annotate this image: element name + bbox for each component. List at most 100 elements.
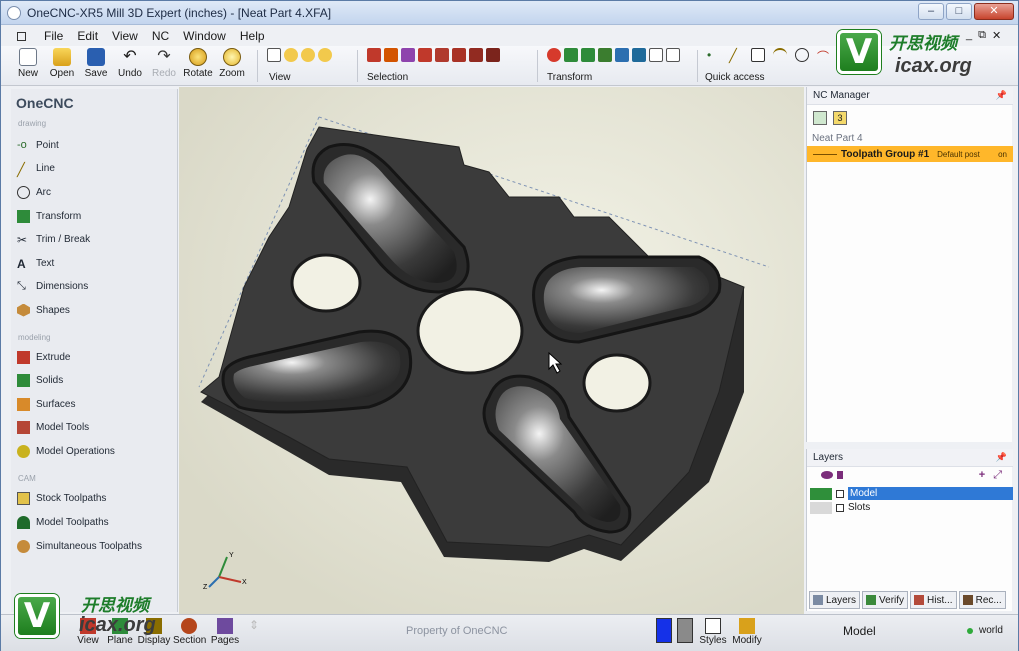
rotate-button[interactable]: Rotate bbox=[181, 48, 215, 79]
tool-line[interactable]: ╱ Line bbox=[17, 159, 55, 177]
modify-button[interactable]: Modify bbox=[731, 618, 763, 646]
transform-tools bbox=[547, 48, 680, 62]
scale-icon[interactable] bbox=[615, 48, 629, 62]
zoom-in-icon[interactable] bbox=[284, 48, 298, 62]
select-layer-icon[interactable] bbox=[486, 48, 500, 62]
tool-point[interactable]: -o Point bbox=[17, 136, 59, 154]
select-group-icon[interactable] bbox=[367, 48, 381, 62]
mdi-minimize-button[interactable]: _ bbox=[966, 29, 972, 42]
pin-icon[interactable]: 📌 bbox=[996, 90, 1007, 101]
nav-arrows[interactable]: ⇕ bbox=[246, 618, 262, 635]
new-button[interactable]: New bbox=[11, 48, 45, 79]
array-icon[interactable] bbox=[666, 48, 680, 62]
tag-icon[interactable] bbox=[837, 471, 843, 479]
section-status-button[interactable]: Section bbox=[173, 618, 206, 646]
layers-panel: Layers 📌 + ⤢ Model Slots bbox=[806, 449, 1013, 611]
nc-manager-title: NC Manager bbox=[813, 90, 870, 101]
mdi-close-button[interactable]: ✕ bbox=[992, 29, 1001, 42]
point-tool-icon[interactable]: • bbox=[707, 48, 721, 62]
tab-record[interactable]: Rec... bbox=[958, 591, 1006, 609]
mirror-icon[interactable] bbox=[598, 48, 612, 62]
tab-layers[interactable]: Layers bbox=[809, 591, 861, 609]
zoom-out-icon[interactable] bbox=[301, 48, 315, 62]
3d-viewport[interactable]: Y X Z bbox=[179, 87, 804, 614]
tool-arc[interactable]: Arc bbox=[17, 183, 51, 201]
select-all-icon[interactable] bbox=[435, 48, 449, 62]
layer-checkbox[interactable] bbox=[836, 489, 844, 498]
menu-edit[interactable]: Edit bbox=[77, 29, 98, 43]
tab-history[interactable]: Hist... bbox=[910, 591, 957, 609]
rotate-copy-icon[interactable] bbox=[632, 48, 646, 62]
layer-row-model[interactable]: Model bbox=[807, 487, 1013, 500]
add-layer-icon[interactable]: + bbox=[979, 469, 985, 482]
minimize-button[interactable]: – bbox=[918, 3, 944, 20]
toolpath-group-row[interactable]: Toolpath Group #1 Default post on bbox=[807, 146, 1013, 162]
tool-extrude[interactable]: Extrude bbox=[17, 348, 70, 366]
tool-trim-break[interactable]: ✂ Trim / Break bbox=[17, 230, 90, 248]
menu-view[interactable]: View bbox=[112, 29, 138, 43]
arc-tool-icon[interactable] bbox=[773, 48, 787, 62]
tab-verify[interactable]: Verify bbox=[862, 591, 909, 609]
mdi-restore-button[interactable]: ⧉ bbox=[978, 29, 986, 42]
tool-model-tools[interactable]: Model Tools bbox=[17, 418, 89, 436]
select-type-icon[interactable] bbox=[452, 48, 466, 62]
tool-text[interactable]: A Text bbox=[17, 254, 54, 272]
tool-model-operations[interactable]: Model Operations bbox=[17, 442, 115, 460]
pin-icon[interactable]: 📌 bbox=[996, 452, 1007, 463]
save-button[interactable]: Save bbox=[79, 48, 113, 79]
delete-icon[interactable] bbox=[547, 48, 561, 62]
menu-help[interactable]: Help bbox=[240, 29, 265, 43]
copy-icon[interactable] bbox=[581, 48, 595, 62]
small-hole bbox=[290, 253, 362, 313]
select-chain-icon[interactable] bbox=[384, 48, 398, 62]
rectangle-tool-icon[interactable] bbox=[751, 48, 765, 62]
select-window-icon[interactable] bbox=[401, 48, 415, 62]
coord-system-indicator[interactable]: world bbox=[967, 625, 1003, 636]
layers-actions: + ⤢ bbox=[979, 469, 1002, 482]
background-color-swatch[interactable] bbox=[677, 618, 693, 643]
expand-icon[interactable]: ⤢ bbox=[993, 469, 1002, 482]
circle-tool-icon[interactable] bbox=[795, 48, 809, 62]
menu-window[interactable]: Window bbox=[183, 29, 226, 43]
zoom-button[interactable]: Zoom bbox=[215, 48, 249, 79]
panel-brand: OneCNC bbox=[16, 95, 74, 111]
foreground-color-swatch[interactable] bbox=[656, 618, 672, 643]
menu-file[interactable]: File bbox=[44, 29, 63, 43]
tool-surfaces[interactable]: Surfaces bbox=[17, 395, 75, 413]
select-color-icon[interactable] bbox=[469, 48, 483, 62]
tool-simultaneous-toolpaths[interactable]: Simultaneous Toolpaths bbox=[17, 537, 142, 555]
line-icon: ╱ bbox=[17, 161, 25, 177]
tool-solids[interactable]: Solids bbox=[17, 371, 63, 389]
zoom-window-icon[interactable] bbox=[267, 48, 281, 62]
document-icon[interactable] bbox=[17, 31, 26, 41]
tool-dimensions[interactable]: ⤡ Dimensions bbox=[17, 277, 88, 295]
tool-transform[interactable]: Transform bbox=[17, 207, 81, 225]
pages-status-button[interactable]: Pages bbox=[209, 618, 241, 646]
undo-button[interactable]: ↶ Undo bbox=[113, 48, 147, 79]
menu-nc[interactable]: NC bbox=[152, 29, 169, 43]
app-icon[interactable] bbox=[7, 6, 21, 20]
layer-row-slots[interactable]: Slots bbox=[807, 501, 1013, 514]
tool-model-toolpaths[interactable]: Model Toolpaths bbox=[17, 513, 109, 531]
layer-checkbox[interactable] bbox=[836, 503, 844, 512]
line-tool-icon[interactable]: ╱ bbox=[729, 48, 743, 63]
eye-icon[interactable] bbox=[821, 471, 833, 479]
nc-count-badge[interactable]: 3 bbox=[833, 111, 847, 125]
styles-button[interactable]: Styles bbox=[699, 618, 727, 646]
undo-icon: ↶ bbox=[123, 48, 137, 65]
close-button[interactable]: ✕ bbox=[974, 3, 1014, 20]
zoom-fit-icon[interactable] bbox=[318, 48, 332, 62]
offset-icon[interactable] bbox=[649, 48, 663, 62]
tool-stock-toolpaths[interactable]: Stock Toolpaths bbox=[17, 489, 106, 507]
redo-button[interactable]: ↷ Redo bbox=[147, 48, 181, 79]
move-icon[interactable] bbox=[564, 48, 578, 62]
select-solid-icon[interactable] bbox=[418, 48, 432, 62]
tool-shapes[interactable]: Shapes bbox=[17, 301, 70, 319]
nc-new-icon[interactable] bbox=[813, 111, 827, 125]
fillet-tool-icon[interactable]: ⌒ bbox=[817, 48, 831, 64]
model-operations-icon bbox=[17, 444, 30, 458]
layer-visibility-icon[interactable] bbox=[810, 501, 832, 514]
maximize-button[interactable]: □ bbox=[946, 3, 972, 20]
layer-visibility-icon[interactable] bbox=[810, 487, 832, 500]
open-button[interactable]: Open bbox=[45, 48, 79, 79]
